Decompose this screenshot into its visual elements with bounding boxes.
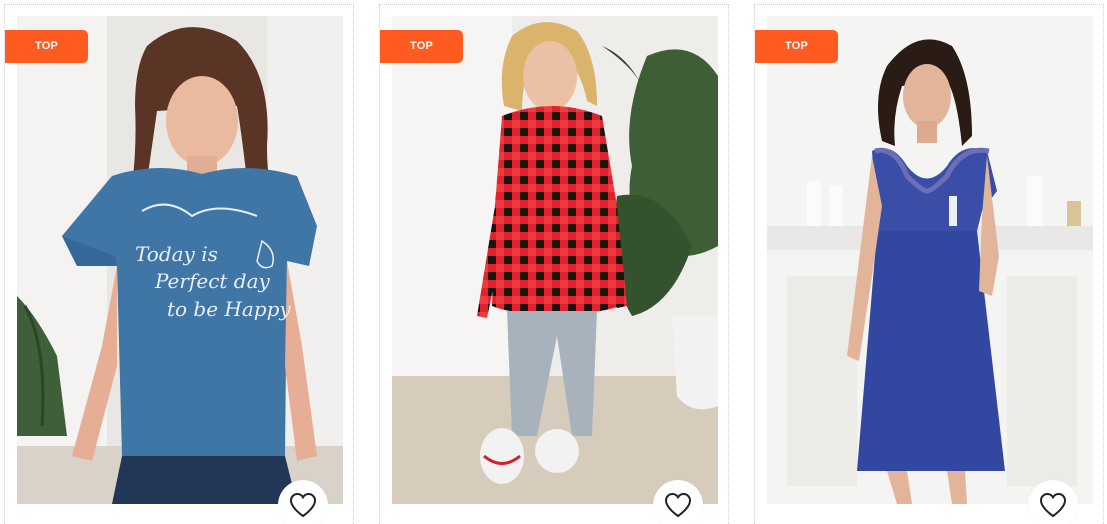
favorite-button[interactable] [1028,480,1078,524]
top-badge: TOP [5,30,88,63]
favorite-button[interactable] [653,480,703,524]
heart-outline-icon [664,492,692,518]
product-image[interactable] [392,16,718,504]
product-card[interactable]: TOP [754,4,1104,524]
product-photo-plaid-shirt [392,16,718,504]
product-image[interactable]: Today is Perfect day to be Happy [17,16,343,504]
top-badge: TOP [755,30,838,63]
product-grid: Today is Perfect day to be Happy TOP TOP… [0,0,1107,524]
product-card[interactable]: Today is Perfect day to be Happy TOP [4,4,354,524]
top-badge: TOP [380,30,463,63]
product-card[interactable]: TOP [379,4,729,524]
product-image[interactable] [767,16,1093,504]
product-photo-nightgown [767,16,1093,504]
svg-text:Today is: Today is [135,242,218,266]
heart-outline-icon [289,492,317,518]
svg-text:to be Happy: to be Happy [167,297,291,321]
svg-text:Perfect day: Perfect day [154,269,271,293]
favorite-button[interactable] [278,480,328,524]
product-photo-tshirt: Today is Perfect day to be Happy [17,16,343,504]
heart-outline-icon [1039,492,1067,518]
